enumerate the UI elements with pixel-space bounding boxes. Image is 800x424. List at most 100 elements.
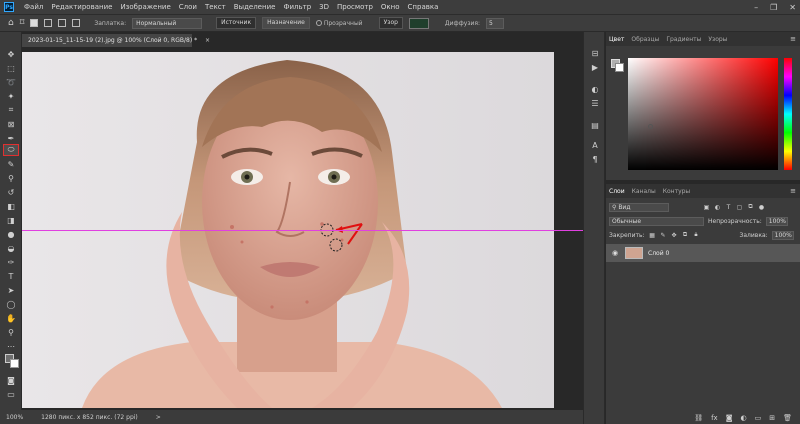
color-panel-menu-icon[interactable]: ≡ [790, 35, 796, 43]
status-expand-arrow-icon[interactable]: > [156, 414, 161, 421]
more-tools-icon[interactable]: ⋯ [3, 340, 19, 352]
eraser-tool-icon[interactable]: ◧ [3, 200, 19, 212]
magic-wand-tool-icon[interactable]: ✦ [3, 90, 19, 102]
quick-mask-icon[interactable]: ◙ [3, 374, 19, 386]
lasso-tool-icon[interactable]: ➰ [3, 76, 19, 88]
type-tool-icon[interactable]: T [3, 270, 19, 282]
patch-tool-preset-icon[interactable]: ⌑ [20, 18, 25, 28]
menu-help[interactable]: Справка [404, 3, 443, 11]
filter-smart-object-icon[interactable]: ⧉ [747, 203, 754, 211]
marquee-tool-icon[interactable]: ⬚ [3, 62, 19, 74]
crop-tool-icon[interactable]: ⌗ [3, 104, 19, 116]
patch-tool-icon[interactable]: ⬭ [3, 144, 19, 156]
canvas-area[interactable] [22, 47, 583, 410]
lock-transparent-icon[interactable]: ▦ [649, 232, 656, 239]
menu-view[interactable]: Просмотр [333, 3, 377, 11]
brush-tool-icon[interactable]: ✎ [3, 158, 19, 170]
layers-panel-menu-icon[interactable]: ≡ [790, 187, 796, 195]
home-icon[interactable]: ⌂ [8, 18, 14, 28]
stamp-tool-icon[interactable]: ⚲ [3, 172, 19, 184]
frame-tool-icon[interactable]: ⊠ [3, 118, 19, 130]
menu-layers[interactable]: Слои [175, 3, 201, 11]
screen-mode-icon[interactable]: ▭ [3, 388, 19, 400]
diffusion-input[interactable]: 5 [486, 17, 505, 29]
move-tool-icon[interactable]: ✥ [3, 48, 19, 60]
filter-adjustment-icon[interactable]: ◐ [714, 204, 721, 211]
menu-select[interactable]: Выделение [230, 3, 280, 11]
color-picker-marker[interactable] [648, 124, 653, 129]
lock-artboard-icon[interactable]: ⧉ [682, 231, 689, 239]
horizontal-guide-line[interactable] [22, 230, 583, 231]
tab-paths[interactable]: Контуры [663, 188, 690, 195]
fill-input[interactable]: 100% [771, 230, 794, 240]
blend-mode-select[interactable]: Обычные [609, 216, 704, 226]
filter-type-icon[interactable]: T [725, 204, 732, 211]
panel-fg-bg-swatch[interactable] [611, 59, 624, 72]
close-icon[interactable]: ✕ [789, 3, 796, 12]
close-tab-icon[interactable]: × [205, 37, 210, 44]
hand-tool-icon[interactable]: ✋ [3, 312, 19, 324]
libraries-panel-icon[interactable]: ▤ [588, 120, 602, 130]
paragraph-panel-icon[interactable]: ¶ [588, 154, 602, 164]
delete-layer-icon[interactable]: 🗑︎ [783, 414, 792, 422]
lock-position-icon[interactable]: ✥ [671, 232, 678, 239]
zoom-level[interactable]: 100% [6, 414, 23, 421]
eyedropper-tool-icon[interactable]: ✒ [3, 132, 19, 144]
adjustment-layer-icon[interactable]: ◐ [741, 414, 747, 422]
tab-channels[interactable]: Каналы [632, 188, 656, 195]
intersect-selection-icon[interactable] [72, 19, 81, 27]
adjustments-panel-icon[interactable]: ◐ [588, 84, 602, 94]
blur-tool-icon[interactable]: ● [3, 228, 19, 240]
new-layer-icon[interactable]: ⊞ [769, 414, 775, 422]
add-mask-icon[interactable]: ◙ [726, 414, 733, 422]
pattern-button[interactable]: Узор [378, 17, 403, 29]
filter-shape-icon[interactable]: ▢ [736, 204, 743, 211]
hue-slider[interactable] [784, 58, 792, 170]
actions-panel-icon[interactable]: ▶ [588, 62, 602, 72]
tab-layers[interactable]: Слои [609, 188, 625, 195]
zoom-tool-icon[interactable]: ⚲ [3, 326, 19, 338]
document-tab[interactable]: 2023-01-15_11-15-19 (2).jpg @ 100% (Слой… [22, 34, 210, 47]
path-select-tool-icon[interactable]: ➤ [3, 284, 19, 296]
link-layers-icon[interactable]: ⛓ [694, 414, 703, 422]
tab-gradients[interactable]: Градиенты [666, 36, 701, 43]
menu-filter[interactable]: Фильтр [279, 3, 315, 11]
ellipse-tool-icon[interactable]: ◯ [3, 298, 19, 310]
background-color-swatch[interactable] [10, 359, 19, 368]
destination-button[interactable]: Назначение [262, 17, 310, 29]
menu-type[interactable]: Текст [201, 3, 230, 11]
color-field[interactable] [628, 58, 778, 170]
source-button[interactable]: Источник [216, 17, 257, 29]
history-panel-icon[interactable]: ⊟ [588, 48, 602, 58]
layer-row[interactable]: ◉ Слой 0 [606, 244, 800, 262]
layer-filter-select[interactable]: ⚲ Вид [609, 202, 669, 212]
menu-edit[interactable]: Редактирование [47, 3, 116, 11]
transparent-checkbox[interactable]: Прозрачный [315, 20, 363, 27]
photoshop-logo-icon[interactable]: Ps [4, 2, 14, 12]
menu-file[interactable]: Файл [20, 3, 47, 11]
patch-mode-select[interactable]: Нормальный [132, 17, 203, 29]
menu-3d[interactable]: 3D [315, 3, 333, 11]
opacity-input[interactable]: 100% [765, 216, 788, 226]
lock-all-icon[interactable]: 🔒︎ [693, 231, 700, 239]
properties-panel-icon[interactable]: ☰ [588, 98, 602, 108]
subtract-selection-icon[interactable] [58, 19, 67, 27]
lock-image-icon[interactable]: ✎ [660, 232, 667, 239]
layer-name[interactable]: Слой 0 [648, 250, 669, 257]
visibility-eye-icon[interactable]: ◉ [610, 249, 620, 257]
pen-tool-icon[interactable]: ✑ [3, 256, 19, 268]
character-panel-icon[interactable]: A [588, 140, 602, 150]
panel-background-swatch[interactable] [615, 63, 624, 72]
new-selection-icon[interactable] [30, 19, 39, 27]
filter-toggle-icon[interactable]: ● [758, 204, 765, 211]
history-brush-icon[interactable]: ↺ [3, 186, 19, 198]
tab-swatches[interactable]: Образцы [631, 36, 659, 43]
dodge-tool-icon[interactable]: ◒ [3, 242, 19, 254]
layer-style-icon[interactable]: fx [711, 414, 718, 422]
new-group-icon[interactable]: ▭ [755, 414, 762, 422]
pattern-swatch[interactable] [408, 17, 429, 29]
foreground-background-colors[interactable] [5, 354, 19, 368]
menu-image[interactable]: Изображение [116, 3, 174, 11]
tab-color[interactable]: Цвет [609, 36, 624, 43]
add-selection-icon[interactable] [44, 19, 53, 27]
